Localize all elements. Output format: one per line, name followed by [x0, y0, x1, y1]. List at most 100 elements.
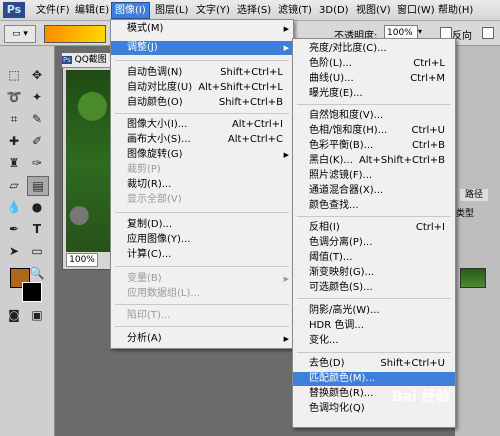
menu-bar: Ps 文件(F) 编辑(E) 图像(I) 图层(L) 文字(Y) 选择(S) 滤… [0, 0, 500, 21]
adjust-menu-item-8[interactable]: 黑白(K)... Alt+Shift+Ctrl+B [293, 154, 455, 168]
adjust-menu-item-label: 通道混合器(X)... [309, 185, 384, 196]
zoom-level[interactable]: 100% [66, 253, 98, 267]
adjust-menu-item-19[interactable]: 变化... [293, 334, 455, 348]
adjust-menu-item-14[interactable]: 阈值(T)... [293, 251, 455, 265]
adjust-menu-item-13[interactable]: 色调分离(P)... [293, 236, 455, 250]
screen-mode-icon[interactable]: ▣ [27, 306, 47, 324]
adjust-menu-item-4[interactable]: 曝光度(E)... [293, 87, 455, 101]
adjust-menu-item-2[interactable]: 色阶(L)... Ctrl+L [293, 57, 455, 71]
image-menu-item-5[interactable]: 自动颜色(O) Shift+Ctrl+B [111, 96, 293, 110]
menu-filter[interactable]: 滤镜(T) [275, 3, 315, 18]
image-menu-item-label: 复制(D)... [127, 219, 173, 230]
document-canvas[interactable] [66, 70, 110, 252]
menu-file[interactable]: 文件(F) [33, 3, 73, 18]
pen-tool-icon[interactable]: ✒ [4, 220, 24, 238]
tab-paths[interactable]: 路径 [460, 189, 488, 201]
image-menu-item-13[interactable]: 应用图像(Y)... [111, 233, 293, 247]
eraser-tool-icon[interactable]: ▱ [4, 176, 24, 194]
adjust-menu-item-shortcut: Ctrl+L [413, 58, 445, 69]
adjust-menu-item-5[interactable]: 自然饱和度(V)... [293, 109, 455, 123]
adjust-menu-item-17[interactable]: 阴影/高光(W)... [293, 304, 455, 318]
quick-mask-icon[interactable]: ◙ [4, 306, 24, 324]
menu-3d[interactable]: 3D(D) [316, 3, 352, 18]
adjust-menu-item-11[interactable]: 颜色查找... [293, 199, 455, 213]
image-menu-item-4[interactable]: 自动对比度(U) Alt+Shift+Ctrl+L [111, 81, 293, 95]
background-color-swatch[interactable] [22, 282, 42, 302]
adjust-menu-item-label: 曝光度(E)... [309, 88, 363, 99]
menu-select[interactable]: 选择(S) [234, 3, 274, 18]
image-menu-item-18[interactable]: 分析(A) ▶ [111, 332, 293, 346]
adjust-menu-item-label: 黑白(K)... [309, 155, 353, 166]
adjust-menu-item-6[interactable]: 色相/饱和度(H)... Ctrl+U [293, 124, 455, 138]
image-menu-item-11[interactable]: 显示全部(V) [111, 193, 293, 207]
adjust-menu-item-label: 色阶(L)... [309, 58, 352, 69]
gradient-picker[interactable] [44, 25, 106, 43]
adjust-menu-item-shortcut: Ctrl+U [411, 125, 446, 136]
magic-wand-icon[interactable]: ✦ [27, 88, 47, 106]
menu-separator [115, 266, 289, 267]
adjust-menu-item-18[interactable]: HDR 色调... [293, 319, 455, 333]
adjust-menu-item-7[interactable]: 色彩平衡(B)... Ctrl+B [293, 139, 455, 153]
image-menu-item-2[interactable]: 调整(J) ▶ [111, 41, 293, 55]
image-menu-item-8[interactable]: 图像旋转(G) ▶ [111, 148, 293, 162]
adjust-menu-item-label: 阴影/高光(W)... [309, 305, 380, 316]
crop-tool-icon[interactable]: ⌗ [4, 110, 24, 128]
adjust-menu-item-label: 去色(D) [309, 358, 345, 369]
menu-window[interactable]: 窗口(W) [394, 3, 438, 18]
shape-tool-icon[interactable]: ▭ [27, 242, 47, 260]
submenu-arrow-icon: ▶ [283, 44, 289, 52]
tool-preset-picker[interactable]: ▭ ▾ [4, 25, 36, 43]
image-menu-item-7[interactable]: 画布大小(S)... Alt+Ctrl+C [111, 133, 293, 147]
opacity-dropdown-icon[interactable]: ▾ [418, 27, 422, 36]
image-menu-item-label: 应用数据组(L)... [127, 288, 200, 299]
image-menu-item-16[interactable]: 应用数据组(L)... [111, 287, 293, 301]
image-menu-item-15[interactable]: 变量(B) ▶ [111, 272, 293, 286]
adjust-menu-item-20[interactable]: 去色(D) Shift+Ctrl+U [293, 357, 455, 371]
eyedropper-icon[interactable]: ✎ [27, 110, 47, 128]
image-menu-item-10[interactable]: 裁切(R)... [111, 178, 293, 192]
clone-stamp-icon[interactable]: ♜ [4, 154, 24, 172]
dither-checkbox[interactable] [482, 27, 494, 39]
image-menu-item-9[interactable]: 裁剪(P) [111, 163, 293, 177]
toolbox: ⬚ ✥ ➰ ✦ ⌗ ✎ ✚ ✐ ♜ ✑ ▱ ▤ 💧 ● ✒ T ➤ ▭ ✋ 🔍 … [0, 46, 55, 436]
image-menu-item-6[interactable]: 图像大小(I)... Alt+Ctrl+I [111, 118, 293, 132]
adjust-menu-item-21[interactable]: 匹配颜色(M)... [293, 372, 455, 386]
gradient-tool-icon[interactable]: ▤ [27, 176, 49, 196]
adjust-menu-item-label: 色相/饱和度(H)... [309, 125, 388, 136]
blur-tool-icon[interactable]: 💧 [4, 198, 24, 216]
zoom-tool-icon[interactable]: 🔍 [27, 264, 47, 282]
adjust-menu-item-16[interactable]: 可选颜色(S)... [293, 281, 455, 295]
image-menu-item-12[interactable]: 复制(D)... [111, 218, 293, 232]
brush-tool-icon[interactable]: ✐ [27, 132, 47, 150]
layer-thumbnail[interactable] [460, 268, 486, 288]
adjust-menu-item-label: 色调分离(P)... [309, 237, 373, 248]
move-tool-icon[interactable]: ✥ [27, 66, 47, 84]
lasso-tool-icon[interactable]: ➰ [4, 88, 24, 106]
adjust-menu-item-15[interactable]: 渐变映射(G)... [293, 266, 455, 280]
dodge-tool-icon[interactable]: ● [27, 198, 47, 216]
menu-type[interactable]: 文字(Y) [193, 3, 233, 18]
adjust-menu-item-3[interactable]: 曲线(U)... Ctrl+M [293, 72, 455, 86]
menu-separator [297, 352, 451, 353]
path-selection-icon[interactable]: ➤ [4, 242, 24, 260]
menu-edit[interactable]: 编辑(E) [72, 3, 112, 18]
menu-layer[interactable]: 图层(L) [152, 3, 191, 18]
marquee-tool-icon[interactable]: ⬚ [4, 66, 24, 84]
type-tool-icon[interactable]: T [27, 220, 47, 238]
image-menu-item-3[interactable]: 自动色调(N) Shift+Ctrl+L [111, 66, 293, 80]
layer-filter-kind[interactable]: 类型 [456, 206, 474, 219]
menu-image[interactable]: 图像(I) [111, 2, 150, 19]
document-tab[interactable]: Ps QQ截图 [62, 53, 110, 68]
healing-brush-icon[interactable]: ✚ [4, 132, 24, 150]
adjust-menu-item-10[interactable]: 通道混合器(X)... [293, 184, 455, 198]
adjust-menu-item-1[interactable]: 亮度/对比度(C)... [293, 42, 455, 56]
adjust-menu-item-12[interactable]: 反相(I) Ctrl+I [293, 221, 455, 235]
image-menu-item-17[interactable]: 陷印(T)... [111, 309, 293, 323]
image-menu-item-label: 模式(M) [127, 23, 164, 34]
history-brush-icon[interactable]: ✑ [27, 154, 47, 172]
image-menu-item-1[interactable]: 模式(M) ▶ [111, 22, 293, 36]
image-menu-item-14[interactable]: 计算(C)... [111, 248, 293, 262]
menu-view[interactable]: 视图(V) [353, 3, 394, 18]
adjust-menu-item-9[interactable]: 照片滤镜(F)... [293, 169, 455, 183]
menu-help[interactable]: 帮助(H) [435, 3, 476, 18]
